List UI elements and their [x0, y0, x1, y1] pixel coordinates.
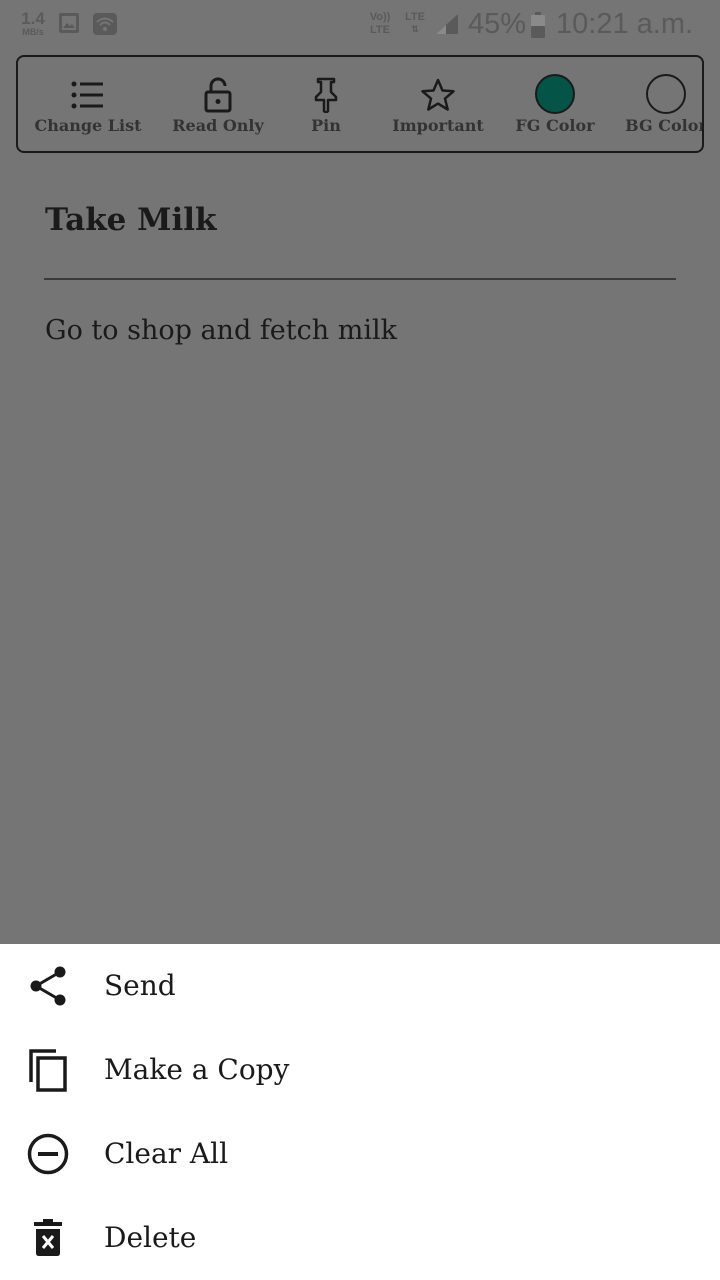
delete-icon [26, 1216, 70, 1260]
volte-indicator: Vo)) LTE [366, 12, 394, 36]
important-button[interactable]: Important [382, 57, 494, 151]
share-icon [26, 964, 70, 1008]
title-divider [44, 278, 676, 280]
read-only-button[interactable]: Read Only [158, 57, 278, 151]
important-label: Important [392, 116, 484, 135]
send-label: Send [104, 969, 176, 1002]
menu-item-send[interactable]: Send [0, 944, 720, 1028]
lock-open-icon [198, 75, 238, 115]
pin-label: Pin [311, 116, 341, 135]
network-speed: 1.4 MB/s [18, 10, 48, 37]
bg-color-label: BG Color [625, 116, 704, 135]
list-icon [68, 75, 108, 115]
bg-color-button[interactable]: BG Color [614, 57, 704, 151]
volte-bottom: LTE [370, 24, 390, 36]
note-toolbar: Change List Read Only Pin Important FG C… [16, 55, 704, 153]
wifi-hotspot-icon [92, 12, 118, 40]
network-speed-unit: MB/s [22, 27, 44, 37]
read-only-label: Read Only [172, 116, 264, 135]
fg-color-button[interactable]: FG Color [504, 57, 606, 151]
battery-percentage: 45% [468, 8, 527, 40]
network-speed-value: 1.4 [21, 9, 45, 28]
make-a-copy-label: Make a Copy [104, 1053, 290, 1086]
menu-item-clear-all[interactable]: Clear All [0, 1112, 720, 1196]
lte-indicator: LTE ⇅ [400, 12, 430, 34]
status-bar: 1.4 MB/s Vo)) LTE LTE ⇅ 45% 10:21 a.m. [0, 0, 720, 48]
change-list-button[interactable]: Change List [28, 57, 148, 151]
pin-icon [306, 75, 346, 115]
copy-icon [26, 1048, 70, 1092]
note-title[interactable]: Take Milk [45, 202, 217, 238]
lte-label: LTE [405, 11, 425, 23]
gallery-icon [58, 12, 80, 38]
clear-all-label: Clear All [104, 1137, 229, 1170]
volte-top: Vo)) [369, 11, 391, 23]
data-arrows-icon: ⇅ [411, 24, 419, 34]
note-body[interactable]: Go to shop and fetch milk [45, 315, 397, 346]
fg-color-label: FG Color [515, 116, 595, 135]
bottom-sheet-menu: Send Make a Copy Clear All Delete [0, 944, 720, 1280]
change-list-label: Change List [34, 116, 142, 135]
clock: 10:21 a.m. [556, 8, 694, 40]
signal-icon [434, 12, 460, 40]
menu-item-make-a-copy[interactable]: Make a Copy [0, 1028, 720, 1112]
menu-item-delete[interactable]: Delete [0, 1196, 720, 1280]
clear-all-icon [26, 1132, 70, 1176]
delete-label: Delete [104, 1221, 197, 1254]
battery-icon [530, 12, 546, 42]
bg-color-swatch-icon [645, 73, 687, 115]
star-icon [418, 75, 458, 115]
pin-button[interactable]: Pin [288, 57, 364, 151]
fg-color-swatch-icon [534, 73, 576, 115]
